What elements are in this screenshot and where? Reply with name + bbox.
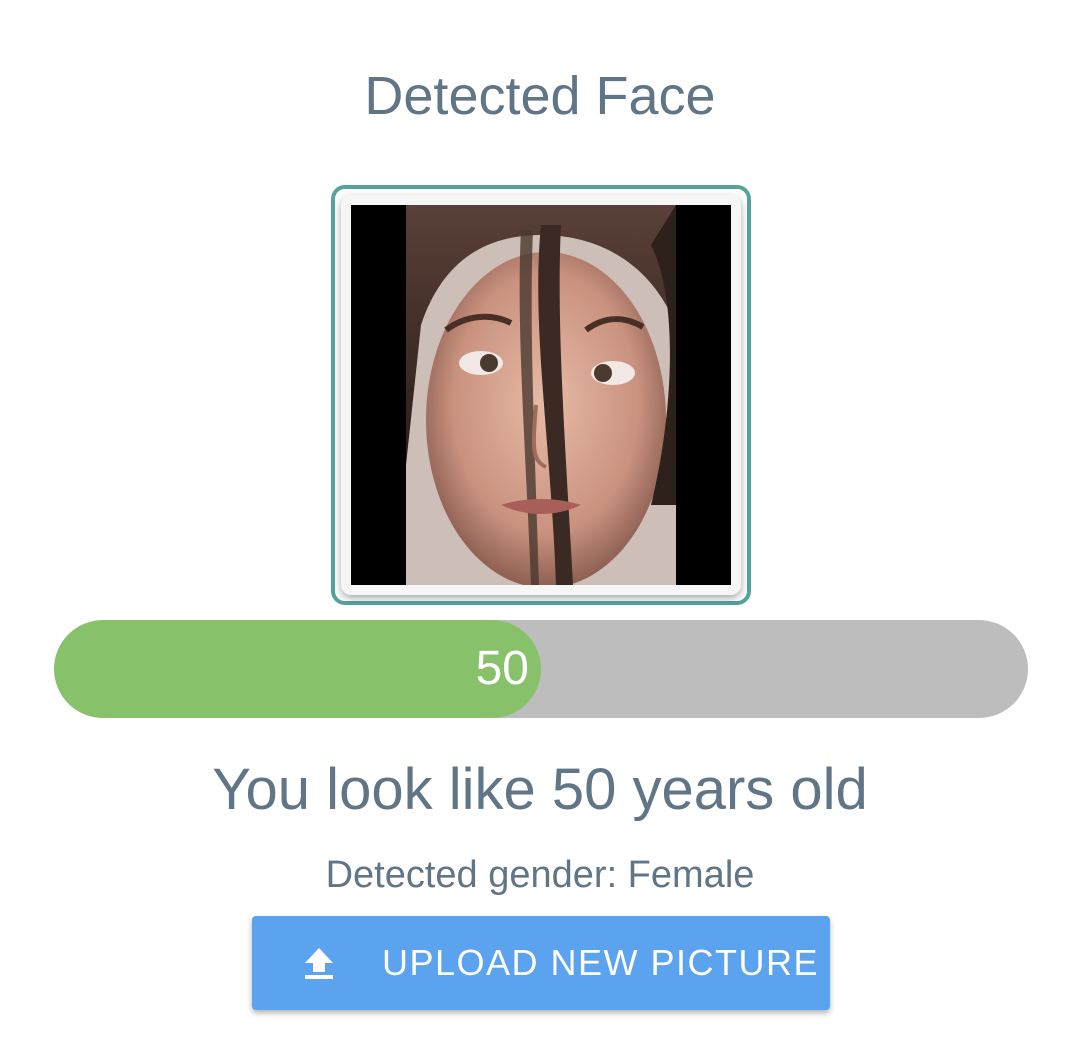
age-progress-fill: 50 <box>54 620 541 718</box>
upload-button-label: UPLOAD NEW PICTURE <box>382 942 820 983</box>
age-progress-bar: 50 <box>54 620 1028 718</box>
gender-result-text: Detected gender: Female <box>325 854 755 896</box>
upload-new-picture-button[interactable]: UPLOAD NEW PICTURE <box>252 916 830 1010</box>
face-photo <box>351 205 731 585</box>
page-title: Detected Face <box>364 66 716 126</box>
face-image <box>351 205 731 585</box>
face-card <box>341 195 741 595</box>
upload-icon <box>302 946 336 980</box>
age-result-text: You look like 50 years old <box>212 757 868 822</box>
detected-face-frame <box>331 185 751 605</box>
age-progress-value: 50 <box>475 642 529 695</box>
